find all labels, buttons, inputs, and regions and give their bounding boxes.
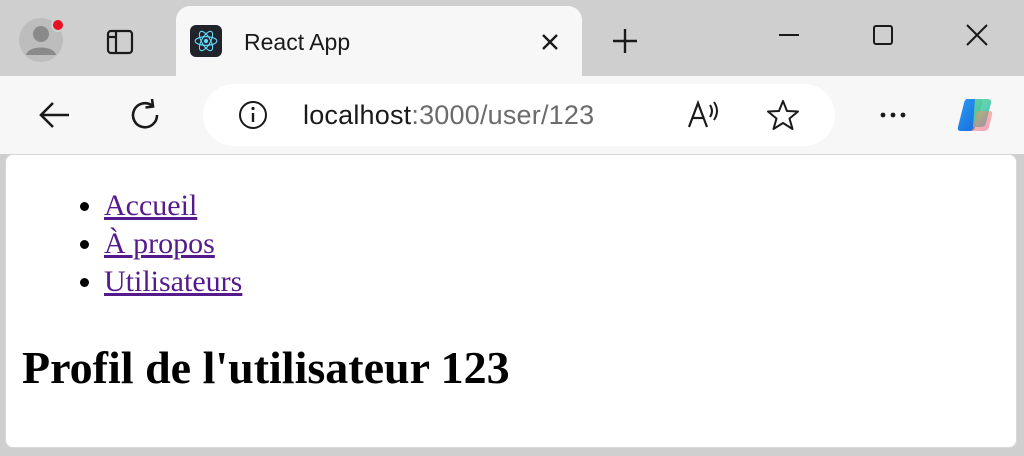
minimize-button[interactable]	[766, 14, 812, 56]
url-path: :3000/user/123	[411, 100, 595, 130]
url-host: localhost	[303, 100, 412, 130]
maximize-button[interactable]	[860, 14, 906, 56]
tab-strip: React App	[0, 0, 1024, 76]
nav-link-about[interactable]: À propos	[104, 227, 215, 260]
profile-button[interactable]	[18, 17, 64, 63]
more-icon	[880, 112, 906, 118]
nav-link-home[interactable]: Accueil	[104, 189, 197, 222]
arrow-left-icon	[39, 102, 69, 128]
nav-item-home: Accueil	[104, 187, 242, 225]
site-info-button[interactable]	[237, 99, 269, 131]
close-icon	[966, 24, 988, 46]
close-icon	[542, 34, 558, 50]
back-button[interactable]	[32, 92, 78, 138]
new-tab-button[interactable]	[604, 20, 646, 62]
copilot-button[interactable]	[952, 92, 998, 138]
tab-title: React App	[244, 29, 351, 55]
minimize-icon	[779, 34, 799, 36]
reload-button[interactable]	[122, 92, 168, 138]
react-logo-icon	[190, 25, 222, 57]
reload-icon	[131, 98, 159, 129]
nav-list: Accueil À propos Utilisateurs	[62, 187, 242, 301]
tab-close-button[interactable]	[536, 28, 564, 56]
tab-actions-button[interactable]	[100, 22, 140, 62]
active-tab[interactable]: React App	[176, 6, 582, 76]
page-viewport: Accueil À propos Utilisateurs Profil de …	[5, 154, 1017, 448]
copilot-icon	[957, 99, 993, 131]
nav-link-users[interactable]: Utilisateurs	[104, 265, 242, 298]
read-aloud-icon	[687, 99, 718, 128]
plus-icon	[613, 29, 637, 53]
profile-avatar-icon	[19, 18, 64, 62]
maximize-icon	[873, 25, 893, 45]
favorite-button[interactable]	[763, 97, 803, 133]
tab-actions-icon	[106, 29, 134, 55]
info-icon	[239, 101, 267, 129]
read-aloud-button[interactable]	[683, 97, 723, 133]
page-title: Profil de l'utilisateur 123	[22, 342, 510, 393]
nav-item-users: Utilisateurs	[104, 263, 242, 301]
nav-item-about: À propos	[104, 225, 242, 263]
window-close-button[interactable]	[954, 14, 1000, 56]
browser-toolbar: localhost:3000/user/123	[0, 76, 1024, 154]
browser-window: React App localhost:3000/user/123 • Accu…	[0, 0, 1024, 456]
address-bar-url[interactable]: localhost:3000/user/123	[303, 100, 594, 131]
more-button[interactable]	[870, 92, 916, 138]
star-icon	[767, 100, 799, 130]
address-bar[interactable]: localhost:3000/user/123	[203, 84, 835, 146]
